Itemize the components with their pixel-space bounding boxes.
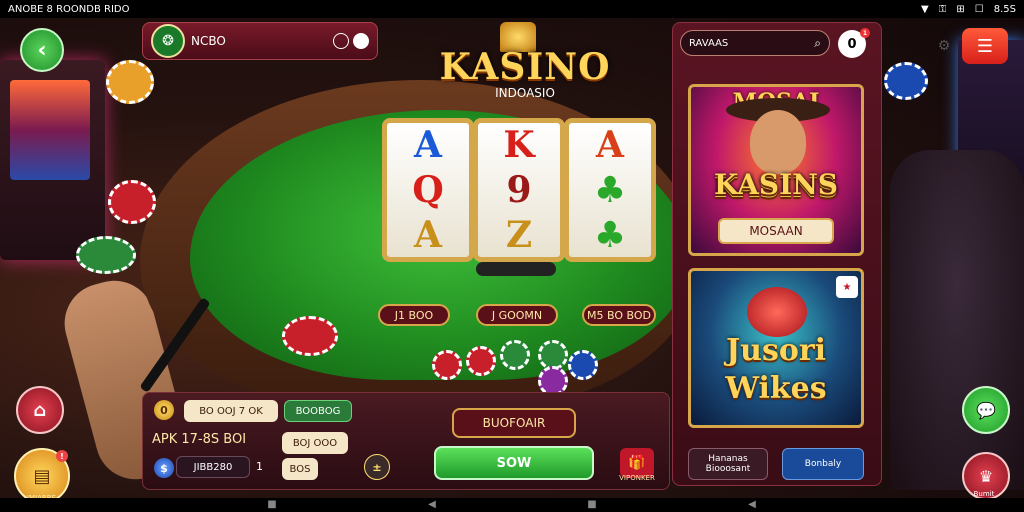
reel-symbol: Z [505, 213, 533, 256]
home-icon: ⌂ [33, 399, 47, 421]
grid-icon: ⊞ [956, 3, 965, 15]
label-line-2: Biooosant [705, 464, 751, 474]
panel-button-left-label: Hananas Biooosant [706, 454, 751, 474]
star-icon: ★ [842, 281, 852, 293]
bet-right-button[interactable]: M5 BO BOD [582, 304, 656, 326]
reel-symbol: ♣ [593, 168, 627, 211]
apk-button[interactable]: BOJ OOO [282, 432, 348, 454]
chip [884, 62, 928, 100]
chip [76, 236, 136, 274]
top-bar[interactable]: ❂ NCBO [142, 22, 378, 60]
menu-button[interactable]: ☰ [962, 28, 1008, 64]
ticket-icon: $ [154, 458, 174, 478]
gift-icon: 🎁 [628, 455, 646, 471]
reel-symbol: ♣ [593, 213, 627, 256]
reel-symbol: 9 [506, 168, 532, 211]
background-player [890, 150, 1024, 490]
search-placeholder: RAVAAS [689, 37, 729, 49]
settings-icon: ⚙ [937, 38, 951, 54]
signal-icon: ▼ [921, 3, 929, 15]
notification-button[interactable]: 0 1 [838, 28, 870, 58]
slot-screen [10, 80, 90, 180]
brand-logo: KASINO INDOASIO [430, 46, 620, 100]
favorite-button[interactable]: ★ [836, 276, 858, 298]
nav-square-icon[interactable]: ■ [587, 500, 597, 510]
toggle-off[interactable] [333, 33, 349, 49]
system-nav-bar: ■ ◀ ■ ◀ [0, 498, 1024, 512]
chip [466, 346, 496, 376]
slot-reel-3[interactable]: A ♣ ♣ [564, 118, 656, 262]
toggle-on[interactable] [353, 33, 369, 49]
top-bar-title: NCBO [191, 34, 226, 48]
chip [106, 60, 154, 104]
card-2-title-top: Jusori [725, 333, 827, 368]
chat-button[interactable]: 💬 [962, 386, 1010, 434]
search-input[interactable]: RAVAAS ⌕ [680, 30, 830, 56]
reel-symbol: Q [412, 168, 444, 211]
chip-stack [282, 316, 338, 356]
back-button[interactable]: ‹ [20, 28, 64, 72]
roulette-ball [747, 287, 807, 337]
chip [432, 350, 462, 380]
ticket-suffix: 1 [256, 460, 263, 473]
coin-icon: 0 [154, 400, 174, 420]
nav-back-icon[interactable]: ◀ [747, 500, 757, 510]
character-face [750, 110, 806, 174]
brand-subtitle: INDOASIO [495, 86, 555, 100]
notification-badge: 1 [860, 28, 870, 38]
balance-display: BO OOJ 7 OK [184, 400, 278, 422]
reel-symbol: K [503, 124, 535, 167]
card-1-play-button[interactable]: MOSAAN [718, 218, 834, 244]
panel-button-right[interactable]: Bonbaly [782, 448, 864, 480]
label-line-1: Hananas [708, 454, 748, 464]
ticket-value: JIBB280 [176, 456, 250, 478]
card-2-title-bottom: Wikes [725, 371, 827, 406]
apk-label: APK 17-8S BOI [152, 432, 247, 447]
slot-reel-1[interactable]: A Q A [382, 118, 474, 262]
exchange-icon[interactable]: ± [364, 454, 390, 480]
background-slot-machine [0, 60, 105, 260]
home-button[interactable]: ⌂ [16, 386, 64, 434]
chip [500, 340, 530, 370]
chip [568, 350, 598, 380]
brand-title: KASINO [439, 46, 611, 88]
status-time: 8.5S [993, 3, 1016, 15]
primary-button[interactable]: SOW [434, 446, 594, 480]
back-icon: ‹ [37, 37, 47, 63]
slot-reel-2[interactable]: K 9 Z [473, 118, 565, 262]
status-icons: ▼ ⚿ ⊞ ☐ 8.5S [921, 4, 1016, 15]
bet-center-button[interactable]: J GOOMN [476, 304, 558, 326]
exchange-glyph: ± [372, 460, 382, 474]
club-logo-icon: ❂ [151, 24, 185, 58]
small-button[interactable]: BOS [282, 458, 318, 480]
reel-symbol: A [596, 124, 624, 167]
chip [108, 180, 156, 224]
action-button[interactable]: BUOFOAIR [452, 408, 576, 438]
panel-button-left[interactable]: Hananas Biooosant [688, 448, 768, 480]
lock-icon: ⚿ [938, 3, 947, 15]
nav-square-icon[interactable]: ■ [267, 500, 277, 510]
profile-label: Bumit [973, 490, 995, 498]
battery-icon: ☐ [974, 3, 984, 15]
status-text: ANOBE 8 ROONDB RIDO [8, 3, 130, 15]
nav-back-icon[interactable]: ◀ [427, 500, 437, 510]
notification-icon: 0 [847, 36, 857, 52]
deposit-button[interactable]: BOOBOG [284, 400, 352, 422]
reel-symbol: A [414, 213, 442, 256]
search-icon: ⌕ [814, 35, 821, 50]
profile-icon: ♛ [978, 466, 994, 486]
bet-left-button[interactable]: J1 BOO [378, 304, 450, 326]
coin-glyph: 0 [160, 403, 168, 417]
reel-symbol: A [414, 124, 442, 167]
reel-slot-bar [476, 262, 556, 276]
club-logo-glyph: ❂ [162, 33, 174, 49]
card-title-bottom-overlay: KASINS [713, 168, 839, 201]
settings-button[interactable]: ⚙ [932, 34, 956, 58]
chat-icon: 💬 [976, 400, 996, 420]
status-bar: ANOBE 8 ROONDB RIDO ▼ ⚿ ⊞ ☐ 8.5S [0, 0, 1024, 18]
shop-badge: ! [56, 450, 68, 462]
shop-icon: ▤ [33, 465, 51, 487]
menu-icon: ☰ [976, 35, 994, 57]
gift-label: VIPONKER [619, 474, 655, 482]
